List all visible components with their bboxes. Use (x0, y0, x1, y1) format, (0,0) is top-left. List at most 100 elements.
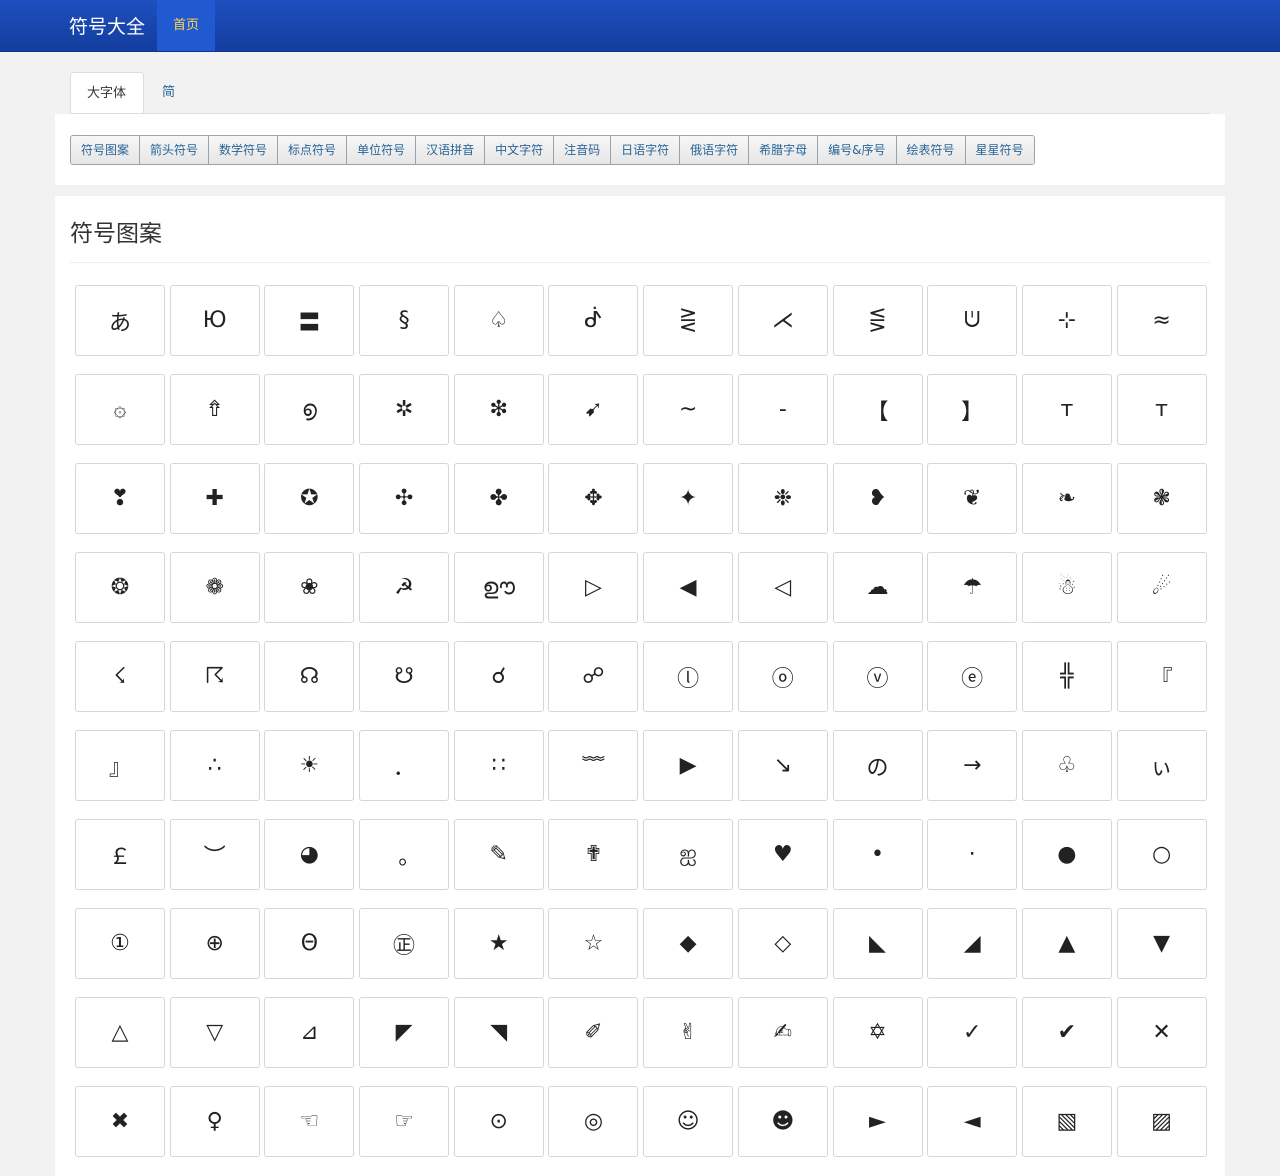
symbol-cell[interactable]: ╬ (1021, 641, 1112, 712)
symbol-cell[interactable]: ☊ (264, 641, 355, 712)
symbol-cell[interactable]: ☇ (75, 641, 165, 712)
symbol-cell[interactable]: ☈ (169, 641, 260, 712)
category-button[interactable]: 日语字符 (611, 136, 681, 164)
symbol-cell[interactable]: の (832, 730, 923, 801)
symbol-cell[interactable]: ⊙ (453, 1086, 544, 1157)
category-button[interactable]: 中文字符 (485, 136, 555, 164)
symbol-cell[interactable]: ☋ (359, 641, 450, 712)
category-button[interactable]: 注音码 (554, 136, 612, 164)
symbol-cell[interactable]: ♥ (737, 819, 828, 890)
symbol-cell[interactable]: ☻ (737, 1086, 828, 1157)
symbol-cell[interactable]: ▼ (1116, 908, 1207, 979)
symbol-cell[interactable]: ☺ (643, 1086, 734, 1157)
symbol-cell[interactable]: ⊕ (169, 908, 260, 979)
symbol-cell[interactable]: ◤ (359, 997, 450, 1068)
symbol-cell[interactable]: ↘ (737, 730, 828, 801)
symbol-cell[interactable]: ♧ (1021, 730, 1112, 801)
symbol-cell[interactable]: ☃ (1021, 552, 1112, 623)
symbol-cell[interactable]: ⋚ (832, 285, 923, 356)
symbol-cell[interactable]: ✪ (264, 463, 355, 534)
symbol-cell[interactable]: ஐ (643, 819, 734, 890)
symbol-cell[interactable]: → (927, 730, 1018, 801)
symbol-cell[interactable]: ⊹ (1021, 285, 1112, 356)
symbol-cell[interactable]: ⓞ (737, 641, 828, 712)
symbol-cell[interactable]: ♀ (169, 1086, 260, 1157)
symbol-cell[interactable]: ❣ (75, 463, 165, 534)
symbol-cell[interactable]: ✎ (453, 819, 544, 890)
symbol-cell[interactable]: ☜ (264, 1086, 355, 1157)
tab-large-font[interactable]: 大字体 (70, 72, 144, 114)
symbol-cell[interactable]: ⋅ (927, 819, 1018, 890)
symbol-cell[interactable]: ᕸ (548, 285, 639, 356)
symbol-cell[interactable]: ☞ (359, 1086, 450, 1157)
symbol-cell[interactable]: ◆ (643, 908, 734, 979)
symbol-cell[interactable]: ① (75, 908, 165, 979)
category-button[interactable]: 编号&序号 (818, 136, 897, 164)
symbol-cell[interactable]: ☌ (453, 641, 544, 712)
symbol-cell[interactable]: ❃ (1116, 463, 1207, 534)
symbol-cell[interactable]: ✲ (359, 374, 450, 445)
symbol-cell[interactable]: ◁ (737, 552, 828, 623)
symbol-cell[interactable]: ▷ (548, 552, 639, 623)
category-button[interactable]: 俄语字符 (680, 136, 750, 164)
symbol-cell[interactable]: ￡ (75, 819, 165, 890)
symbol-cell[interactable]: - (737, 374, 828, 445)
symbol-cell[interactable]: ◥ (453, 997, 544, 1068)
category-button[interactable]: 汉语拼音 (416, 136, 486, 164)
symbol-cell[interactable]: ☭ (359, 552, 450, 623)
symbol-cell[interactable]: あ (75, 285, 165, 356)
symbol-cell[interactable]: ✍ (737, 997, 828, 1068)
symbol-cell[interactable]: ぃ (1116, 730, 1207, 801)
symbol-cell[interactable]: ◕ (264, 819, 355, 890)
symbol-cell[interactable]: ︶ (169, 819, 260, 890)
symbol-cell[interactable]: ☍ (548, 641, 639, 712)
symbol-cell[interactable]: ᴛ (1116, 374, 1207, 445)
tab-simple-display[interactable]: 简明显示 (146, 72, 191, 226)
symbol-cell[interactable]: ✕ (1116, 997, 1207, 1068)
site-brand[interactable]: 符号大全 (69, 12, 145, 39)
symbol-cell[interactable]: ． (359, 730, 450, 801)
symbol-cell[interactable]: ✓ (927, 997, 1018, 1068)
symbol-cell[interactable]: ⓛ (643, 641, 734, 712)
symbol-cell[interactable]: ✣ (359, 463, 450, 534)
symbol-cell[interactable]: ♤ (453, 285, 544, 356)
category-button[interactable]: 星星符号 (965, 136, 1034, 164)
symbol-cell[interactable]: ❧ (1021, 463, 1112, 534)
symbol-cell[interactable]: ⊿ (264, 997, 355, 1068)
symbol-cell[interactable]: ○ (1116, 819, 1207, 890)
symbol-cell[interactable]: ▲ (1021, 908, 1112, 979)
symbol-cell[interactable]: ▨ (1116, 1086, 1207, 1157)
symbol-cell[interactable]: ഊ (453, 552, 544, 623)
symbol-cell[interactable]: ✡ (832, 997, 923, 1068)
symbol-cell[interactable]: ❥ (832, 463, 923, 534)
symbol-cell[interactable]: ⋛ (643, 285, 734, 356)
symbol-cell[interactable]: ◎ (548, 1086, 639, 1157)
symbol-cell[interactable]: ✌ (643, 997, 734, 1068)
symbol-cell[interactable]: ◇ (737, 908, 828, 979)
symbol-cell[interactable]: ◢ (927, 908, 1018, 979)
symbol-cell[interactable]: ▶ (643, 730, 734, 801)
symbol-cell[interactable]: ❇ (453, 374, 544, 445)
symbol-cell[interactable]: ◄ (927, 1086, 1018, 1157)
symbol-cell[interactable]: ✦ (643, 463, 734, 534)
category-button[interactable]: 数学符号 (209, 136, 279, 164)
symbol-cell[interactable]: ൭ (264, 374, 355, 445)
symbol-cell[interactable]: ❦ (927, 463, 1018, 534)
symbol-cell[interactable]: ☁ (832, 552, 923, 623)
symbol-cell[interactable]: ᕫ (927, 285, 1018, 356)
symbol-cell[interactable]: • (832, 819, 923, 890)
symbol-cell[interactable]: ☄ (1116, 552, 1207, 623)
symbol-cell[interactable]: ❉ (737, 463, 828, 534)
symbol-cell[interactable]: ۞ (75, 374, 165, 445)
category-button[interactable]: 标点符号 (278, 136, 348, 164)
symbol-cell[interactable]: ✚ (169, 463, 260, 534)
symbol-cell[interactable]: ◀ (643, 552, 734, 623)
symbol-cell[interactable]: ~ (643, 374, 734, 445)
category-button[interactable]: 箭头符号 (140, 136, 210, 164)
category-button[interactable]: 符号图案 (71, 136, 141, 164)
symbol-cell[interactable]: ∷ (453, 730, 544, 801)
symbol-cell[interactable]: ☀ (264, 730, 355, 801)
symbol-cell[interactable]: ✤ (453, 463, 544, 534)
symbol-cell[interactable]: 】 (927, 374, 1018, 445)
symbol-cell[interactable]: 』 (75, 730, 165, 801)
